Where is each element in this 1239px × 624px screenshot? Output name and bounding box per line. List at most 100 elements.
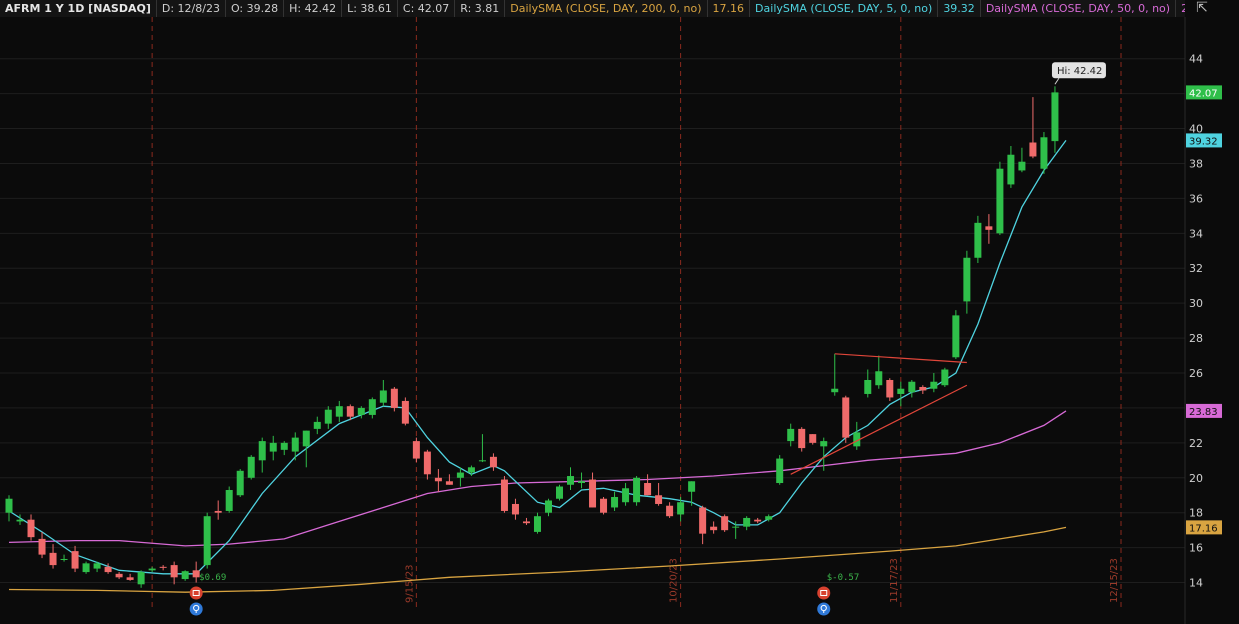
candle-body	[919, 386, 927, 391]
candle-body	[996, 168, 1004, 234]
candle-body	[16, 519, 24, 522]
y-tick-label: 14	[1189, 577, 1203, 590]
sma5-value: 39.32	[938, 0, 981, 17]
candle-body	[633, 477, 641, 503]
candle-body	[611, 496, 619, 508]
candle	[974, 215, 982, 263]
price-chart[interactable]: 9/15/23 10/20/23 11/17/23 12/15/23 14 16 18 20…	[0, 17, 1239, 624]
y-tick-label: 36	[1189, 192, 1203, 205]
y-tick-label: 44	[1189, 53, 1203, 66]
candle-body	[104, 566, 112, 573]
candle	[236, 469, 244, 497]
candle-body	[622, 488, 630, 503]
candle-body	[831, 388, 839, 393]
candle-body	[346, 406, 354, 417]
candle-body	[126, 577, 134, 580]
candle	[390, 386, 398, 412]
candle	[556, 484, 563, 501]
candle-body	[544, 500, 552, 513]
candle	[82, 561, 90, 574]
high-annotation-label: Hi: 42.42	[1057, 66, 1102, 77]
candle-body	[1051, 92, 1059, 142]
candle	[401, 397, 409, 426]
x-tick-label: 12/15/23	[1109, 558, 1120, 603]
price-tag-label: 23.83	[1189, 407, 1218, 418]
candle	[721, 514, 729, 532]
chart-grid	[0, 17, 1186, 624]
candle	[225, 486, 233, 513]
candle-body	[666, 505, 674, 517]
y-tick-label: 38	[1189, 157, 1203, 170]
candle	[633, 476, 641, 506]
candle-body	[511, 503, 519, 515]
candle-body	[600, 498, 608, 513]
candle-body	[467, 467, 475, 473]
candle-body	[1029, 142, 1037, 157]
candle-body	[390, 388, 398, 408]
candle-body	[423, 451, 431, 475]
chart-header: AFRM 1 Y 1D [NASDAQ] D: 12/8/23 O: 39.28…	[0, 0, 1185, 18]
sma50-value: 23.83	[1176, 0, 1185, 17]
candle-body	[500, 479, 508, 511]
x-tick-label: 9/15/23	[404, 564, 415, 603]
range-readout: R: 3.81	[455, 0, 506, 17]
candle-body	[291, 437, 299, 452]
price-tag-label: 42.07	[1189, 88, 1218, 99]
y-tick-label: 22	[1189, 437, 1203, 450]
candle-body	[302, 430, 310, 447]
y-tick-label: 26	[1189, 367, 1203, 380]
earnings-label: $-0.57	[827, 573, 860, 583]
candle-body	[335, 406, 343, 417]
candle-body	[280, 442, 288, 450]
candle-body	[258, 441, 266, 461]
high-readout: H: 42.42	[284, 0, 343, 17]
x-tick-label: 10/20/23	[669, 558, 680, 603]
y-tick-label: 20	[1189, 472, 1203, 485]
candle-body	[170, 565, 178, 578]
candle-body	[809, 434, 817, 443]
candle	[776, 455, 784, 485]
candle-body	[379, 390, 387, 403]
y-tick-label: 16	[1189, 542, 1203, 555]
candle-body	[313, 421, 321, 429]
candle-body	[401, 400, 409, 424]
sma50-study-label[interactable]: DailySMA (CLOSE, DAY, 50, 0, no)	[981, 0, 1177, 17]
candle-body	[38, 538, 46, 555]
symbol-label[interactable]: AFRM 1 Y 1D [NASDAQ]	[0, 0, 157, 17]
candle	[996, 161, 1004, 236]
candle-body	[93, 563, 101, 569]
candle	[952, 310, 960, 360]
candle-body	[963, 257, 971, 302]
expand-icon[interactable]: ⇱	[1190, 0, 1214, 17]
price-tag: 42.07	[1186, 85, 1222, 100]
candle-body	[765, 516, 773, 520]
candle	[412, 437, 420, 463]
candle-body	[1007, 154, 1015, 185]
price-tag-label: 17.16	[1189, 523, 1218, 534]
candle-body	[721, 516, 729, 531]
price-axis[interactable]: 14161820222426283032343638404244	[1189, 53, 1203, 590]
price-tag: 39.32	[1186, 133, 1222, 148]
candle-body	[842, 397, 850, 438]
candle-body	[181, 571, 189, 580]
candle-body	[787, 428, 795, 442]
candle-body	[357, 407, 365, 415]
candle-body	[886, 379, 894, 398]
candle-body	[578, 481, 586, 484]
sma200-study-label[interactable]: DailySMA (CLOSE, DAY, 200, 0, no)	[505, 0, 708, 17]
candle-body	[589, 479, 597, 508]
candle-body	[456, 472, 464, 478]
candle-body	[225, 490, 233, 511]
sma5-study-label[interactable]: DailySMA (CLOSE, DAY, 5, 0, no)	[750, 0, 939, 17]
candle-body	[489, 456, 497, 468]
candle-body	[115, 573, 123, 578]
candle-body	[699, 507, 707, 534]
candle-body	[644, 483, 652, 496]
price-tag-label: 39.32	[1189, 136, 1218, 147]
candle-body	[445, 481, 453, 485]
candle	[600, 496, 608, 515]
candle-body	[897, 388, 905, 394]
candle-body	[27, 519, 35, 538]
candle-body	[247, 456, 255, 478]
price-tag: 23.83	[1186, 403, 1222, 418]
